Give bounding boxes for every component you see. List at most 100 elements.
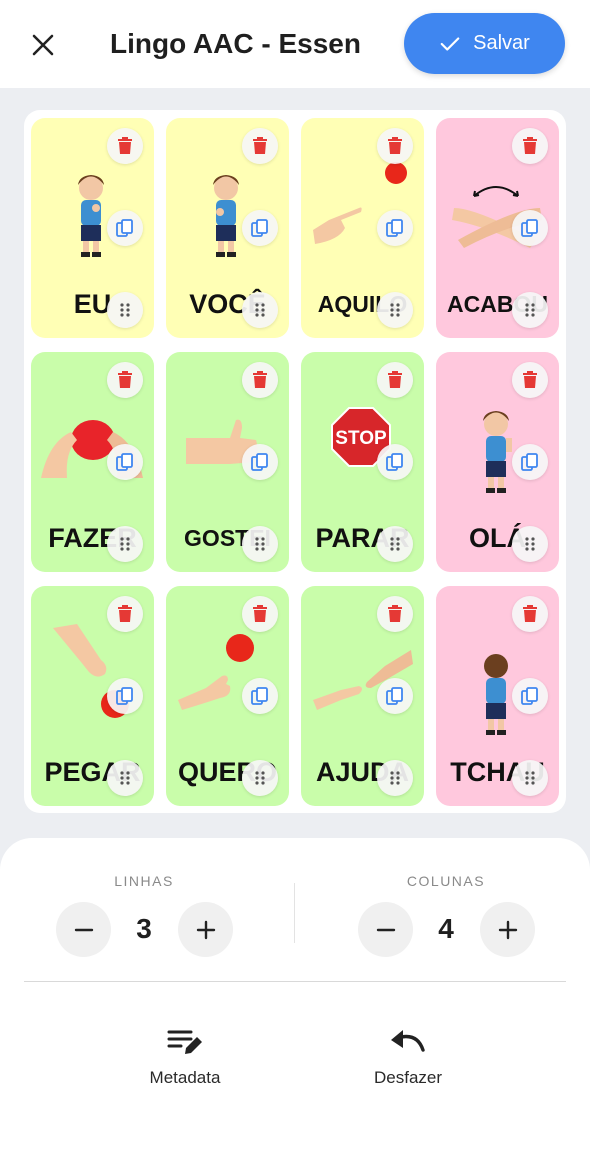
copy-icon — [116, 219, 133, 237]
tile-eu[interactable]: EU — [31, 118, 154, 338]
copy-button[interactable] — [242, 678, 278, 714]
copy-icon — [116, 687, 133, 705]
drag-handle[interactable] — [377, 526, 413, 562]
board-grid: EU VOCÊ AQUILO ACABOU FAZER GOSTEI STOP … — [24, 110, 566, 813]
delete-button[interactable] — [107, 362, 143, 398]
drag-handle[interactable] — [377, 760, 413, 796]
drag-dots-icon — [390, 537, 400, 551]
trash-icon — [253, 371, 267, 388]
undo-button[interactable]: Desfazer — [348, 1028, 468, 1098]
trash-icon — [388, 605, 402, 622]
copy-button[interactable] — [242, 210, 278, 246]
trash-icon — [118, 605, 132, 622]
trash-icon — [253, 605, 267, 622]
edit-list-icon — [167, 1030, 202, 1054]
trash-icon — [523, 371, 537, 388]
drag-dots-icon — [390, 303, 400, 317]
drag-dots-icon — [120, 537, 130, 551]
drag-dots-icon — [255, 537, 265, 551]
drag-dots-icon — [120, 771, 130, 785]
undo-icon — [391, 1030, 425, 1052]
delete-button[interactable] — [242, 596, 278, 632]
tile-ola[interactable]: OLÁ — [436, 352, 559, 572]
rows-decrement-button[interactable] — [56, 902, 111, 957]
section-divider — [24, 981, 566, 982]
drag-handle[interactable] — [107, 760, 143, 796]
trash-icon — [523, 137, 537, 154]
columns-label: COLUNAS — [406, 873, 486, 889]
tile-aquilo[interactable]: AQUILO — [301, 118, 424, 338]
copy-icon — [386, 219, 403, 237]
trash-icon — [388, 137, 402, 154]
drag-dots-icon — [525, 537, 535, 551]
drag-handle[interactable] — [512, 760, 548, 796]
trash-icon — [118, 137, 132, 154]
copy-icon — [116, 453, 133, 471]
close-button[interactable] — [22, 24, 64, 66]
metadata-button[interactable]: Metadata — [125, 1028, 245, 1098]
delete-button[interactable] — [377, 596, 413, 632]
drag-handle[interactable] — [512, 526, 548, 562]
copy-button[interactable] — [512, 210, 548, 246]
drag-handle[interactable] — [107, 526, 143, 562]
copy-icon — [521, 687, 538, 705]
trash-icon — [523, 605, 537, 622]
copy-button[interactable] — [377, 210, 413, 246]
copy-button[interactable] — [242, 444, 278, 480]
columns-decrement-button[interactable] — [358, 902, 413, 957]
delete-button[interactable] — [107, 128, 143, 164]
top-bar: Lingo AAC - Essen Salvar — [0, 0, 590, 88]
stop-sign-text: STOP — [335, 428, 387, 449]
delete-button[interactable] — [107, 596, 143, 632]
delete-button[interactable] — [242, 128, 278, 164]
drag-handle[interactable] — [242, 292, 278, 328]
copy-button[interactable] — [512, 678, 548, 714]
columns-increment-button[interactable] — [480, 902, 535, 957]
delete-button[interactable] — [512, 362, 548, 398]
tile-acabou[interactable]: ACABOU — [436, 118, 559, 338]
delete-button[interactable] — [377, 128, 413, 164]
tile-gostei[interactable]: GOSTEI — [166, 352, 289, 572]
copy-button[interactable] — [107, 678, 143, 714]
plus-icon — [196, 920, 215, 939]
drag-dots-icon — [525, 771, 535, 785]
metadata-label: Metadata — [149, 1068, 221, 1087]
tile-pegar[interactable]: PEGAR — [31, 586, 154, 806]
undo-label: Desfazer — [373, 1068, 443, 1087]
copy-icon — [251, 219, 268, 237]
trash-icon — [253, 137, 267, 154]
trash-icon — [118, 371, 132, 388]
delete-button[interactable] — [377, 362, 413, 398]
tile-tchau[interactable]: TCHAU — [436, 586, 559, 806]
tile-ajuda[interactable]: AJUDA — [301, 586, 424, 806]
tile-voce[interactable]: VOCÊ — [166, 118, 289, 338]
rows-value: 3 — [136, 913, 152, 944]
delete-button[interactable] — [512, 128, 548, 164]
columns-value: 4 — [438, 913, 454, 944]
copy-icon — [521, 219, 538, 237]
save-button[interactable]: Salvar — [404, 13, 565, 74]
copy-icon — [521, 453, 538, 471]
drag-dots-icon — [120, 303, 130, 317]
copy-button[interactable] — [377, 678, 413, 714]
drag-handle[interactable] — [242, 526, 278, 562]
delete-button[interactable] — [512, 596, 548, 632]
drag-dots-icon — [255, 771, 265, 785]
copy-icon — [251, 687, 268, 705]
drag-handle[interactable] — [107, 292, 143, 328]
copy-button[interactable] — [107, 444, 143, 480]
copy-button[interactable] — [512, 444, 548, 480]
bottom-sheet: LINHAS 3 COLUNAS 4 Metadata Desfazer — [0, 838, 590, 1153]
drag-handle[interactable] — [242, 760, 278, 796]
tile-fazer[interactable]: FAZER — [31, 352, 154, 572]
plus-icon — [498, 920, 517, 939]
copy-button[interactable] — [377, 444, 413, 480]
rows-increment-button[interactable] — [178, 902, 233, 957]
tile-quero[interactable]: QUERO — [166, 586, 289, 806]
tile-parar[interactable]: STOP PARAR — [301, 352, 424, 572]
drag-handle[interactable] — [512, 292, 548, 328]
drag-handle[interactable] — [377, 292, 413, 328]
drag-dots-icon — [525, 303, 535, 317]
copy-button[interactable] — [107, 210, 143, 246]
delete-button[interactable] — [242, 362, 278, 398]
